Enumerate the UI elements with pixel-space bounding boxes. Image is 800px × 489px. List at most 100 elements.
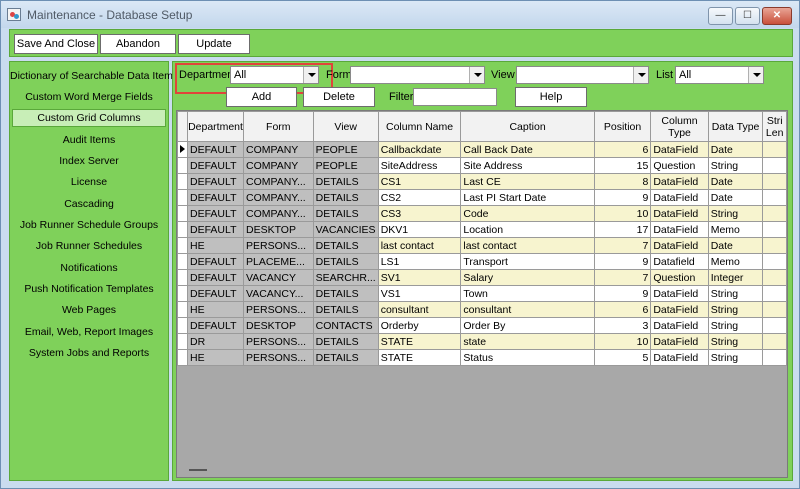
chevron-down-icon[interactable] <box>748 67 763 83</box>
cell-department[interactable]: DR <box>187 333 244 350</box>
delete-button[interactable]: Delete <box>303 87 375 107</box>
update-button[interactable]: Update <box>178 34 250 54</box>
cell-string-length[interactable] <box>762 205 787 222</box>
col-header-data-type[interactable]: Data Type <box>707 111 764 142</box>
col-header-column-name[interactable]: Column Name <box>377 111 462 142</box>
cell-string-length[interactable] <box>762 349 787 366</box>
row-selector[interactable] <box>177 285 188 302</box>
view-dropdown[interactable] <box>516 66 649 84</box>
cell-department[interactable]: HE <box>187 237 244 254</box>
cell-form[interactable]: PERSONS... <box>242 349 314 366</box>
cell-form[interactable]: COMPANY <box>242 141 314 158</box>
cell-string-length[interactable] <box>762 237 787 254</box>
row-selector[interactable] <box>177 253 188 270</box>
sidebar-item-index-server[interactable]: Index Server <box>10 152 168 170</box>
table-row[interactable]: DEFAULT VACANCY... DETAILS VS1 Town 9 Da… <box>177 285 787 302</box>
cell-string-length[interactable] <box>762 317 787 334</box>
row-selector[interactable] <box>177 141 188 158</box>
cell-department[interactable]: DEFAULT <box>187 205 244 222</box>
cell-column-name[interactable]: Orderby <box>377 317 462 334</box>
row-selector[interactable] <box>177 301 188 318</box>
cell-column-type[interactable]: DataField <box>650 189 709 206</box>
row-selector[interactable] <box>177 173 188 190</box>
cell-form[interactable]: PLACEME... <box>242 253 314 270</box>
cell-column-name[interactable]: CS2 <box>377 189 462 206</box>
sidebar-item-audit-items[interactable]: Audit Items <box>10 131 168 149</box>
cell-column-name[interactable]: last contact <box>377 237 462 254</box>
cell-position[interactable]: 3 <box>593 317 652 334</box>
cell-position[interactable]: 8 <box>593 173 652 190</box>
table-row[interactable]: DEFAULT VACANCY SEARCHR... SV1 Salary 7 … <box>177 269 787 286</box>
cell-data-type[interactable]: String <box>707 301 764 318</box>
cell-form[interactable]: PERSONS... <box>242 301 314 318</box>
cell-data-type[interactable]: String <box>707 285 764 302</box>
cell-column-name[interactable]: VS1 <box>377 285 462 302</box>
sidebar-item-cascading[interactable]: Cascading <box>10 195 168 213</box>
sidebar-item-email-web-report-images[interactable]: Email, Web, Report Images <box>10 323 168 341</box>
cell-column-type[interactable]: DataField <box>650 173 709 190</box>
cell-caption[interactable]: last contact <box>460 237 595 254</box>
cell-view[interactable]: DETAILS <box>312 237 379 254</box>
cell-string-length[interactable] <box>762 269 787 286</box>
cell-department[interactable]: DEFAULT <box>187 173 244 190</box>
cell-department[interactable]: DEFAULT <box>187 269 244 286</box>
table-row[interactable]: DEFAULT COMPANY... DETAILS CS3 Code 10 D… <box>177 205 787 222</box>
cell-column-type[interactable]: DataField <box>650 205 709 222</box>
cell-string-length[interactable] <box>762 141 787 158</box>
cell-column-type[interactable]: DataField <box>650 237 709 254</box>
table-row[interactable]: DEFAULT COMPANY... DETAILS CS1 Last CE 8… <box>177 173 787 190</box>
help-button[interactable]: Help <box>515 87 587 107</box>
cell-caption[interactable]: Site Address <box>460 157 595 174</box>
cell-caption[interactable]: state <box>460 333 595 350</box>
row-selector[interactable] <box>177 317 188 334</box>
sidebar-item-custom-grid-columns[interactable]: Custom Grid Columns <box>12 109 166 127</box>
cell-caption[interactable]: Location <box>460 221 595 238</box>
cell-view[interactable]: VACANCIES <box>312 221 379 238</box>
cell-position[interactable]: 5 <box>593 349 652 366</box>
cell-view[interactable]: SEARCHR... <box>312 269 379 286</box>
cell-view[interactable]: DETAILS <box>312 205 379 222</box>
cell-form[interactable]: COMPANY... <box>242 189 314 206</box>
table-row[interactable]: DEFAULT DESKTOP VACANCIES DKV1 Location … <box>177 221 787 238</box>
cell-form[interactable]: PERSONS... <box>242 237 314 254</box>
cell-data-type[interactable]: Date <box>707 189 764 206</box>
chevron-down-icon[interactable] <box>633 67 648 83</box>
cell-string-length[interactable] <box>762 221 787 238</box>
department-dropdown[interactable]: All <box>230 66 319 84</box>
cell-string-length[interactable] <box>762 333 787 350</box>
col-header-position[interactable]: Position <box>593 111 652 142</box>
cell-column-name[interactable]: CS3 <box>377 205 462 222</box>
cell-data-type[interactable]: String <box>707 333 764 350</box>
cell-data-type[interactable]: Date <box>707 141 764 158</box>
cell-column-type[interactable]: Question <box>650 157 709 174</box>
cell-caption[interactable]: Last CE <box>460 173 595 190</box>
cell-column-name[interactable]: DKV1 <box>377 221 462 238</box>
sidebar-item-notifications[interactable]: Notifications <box>10 259 168 277</box>
cell-view[interactable]: DETAILS <box>312 333 379 350</box>
cell-department[interactable]: HE <box>187 301 244 318</box>
filter-input[interactable] <box>413 88 497 106</box>
sidebar-item-web-pages[interactable]: Web Pages <box>10 301 168 319</box>
col-header-column-type[interactable]: Column Type <box>650 111 709 142</box>
cell-form[interactable]: DESKTOP <box>242 221 314 238</box>
cell-column-name[interactable]: consultant <box>377 301 462 318</box>
cell-caption[interactable]: Code <box>460 205 595 222</box>
cell-form[interactable]: VACANCY... <box>242 285 314 302</box>
cell-caption[interactable]: Transport <box>460 253 595 270</box>
col-header-form[interactable]: Form <box>242 111 314 142</box>
cell-position[interactable]: 6 <box>593 141 652 158</box>
cell-caption[interactable]: Call Back Date <box>460 141 595 158</box>
cell-data-type[interactable]: String <box>707 349 764 366</box>
table-row[interactable]: DEFAULT PLACEME... DETAILS LS1 Transport… <box>177 253 787 270</box>
sidebar-item-job-runner-schedule-groups[interactable]: Job Runner Schedule Groups <box>10 216 168 234</box>
cell-column-name[interactable]: SV1 <box>377 269 462 286</box>
cell-position[interactable]: 7 <box>593 269 652 286</box>
cell-column-name[interactable]: CS1 <box>377 173 462 190</box>
table-row[interactable]: DR PERSONS... DETAILS STATE state 10 Dat… <box>177 333 787 350</box>
cell-column-type[interactable]: DataField <box>650 285 709 302</box>
cell-position[interactable]: 15 <box>593 157 652 174</box>
cell-department[interactable]: DEFAULT <box>187 285 244 302</box>
cell-position[interactable]: 10 <box>593 333 652 350</box>
row-selector[interactable] <box>177 269 188 286</box>
row-selector[interactable] <box>177 333 188 350</box>
